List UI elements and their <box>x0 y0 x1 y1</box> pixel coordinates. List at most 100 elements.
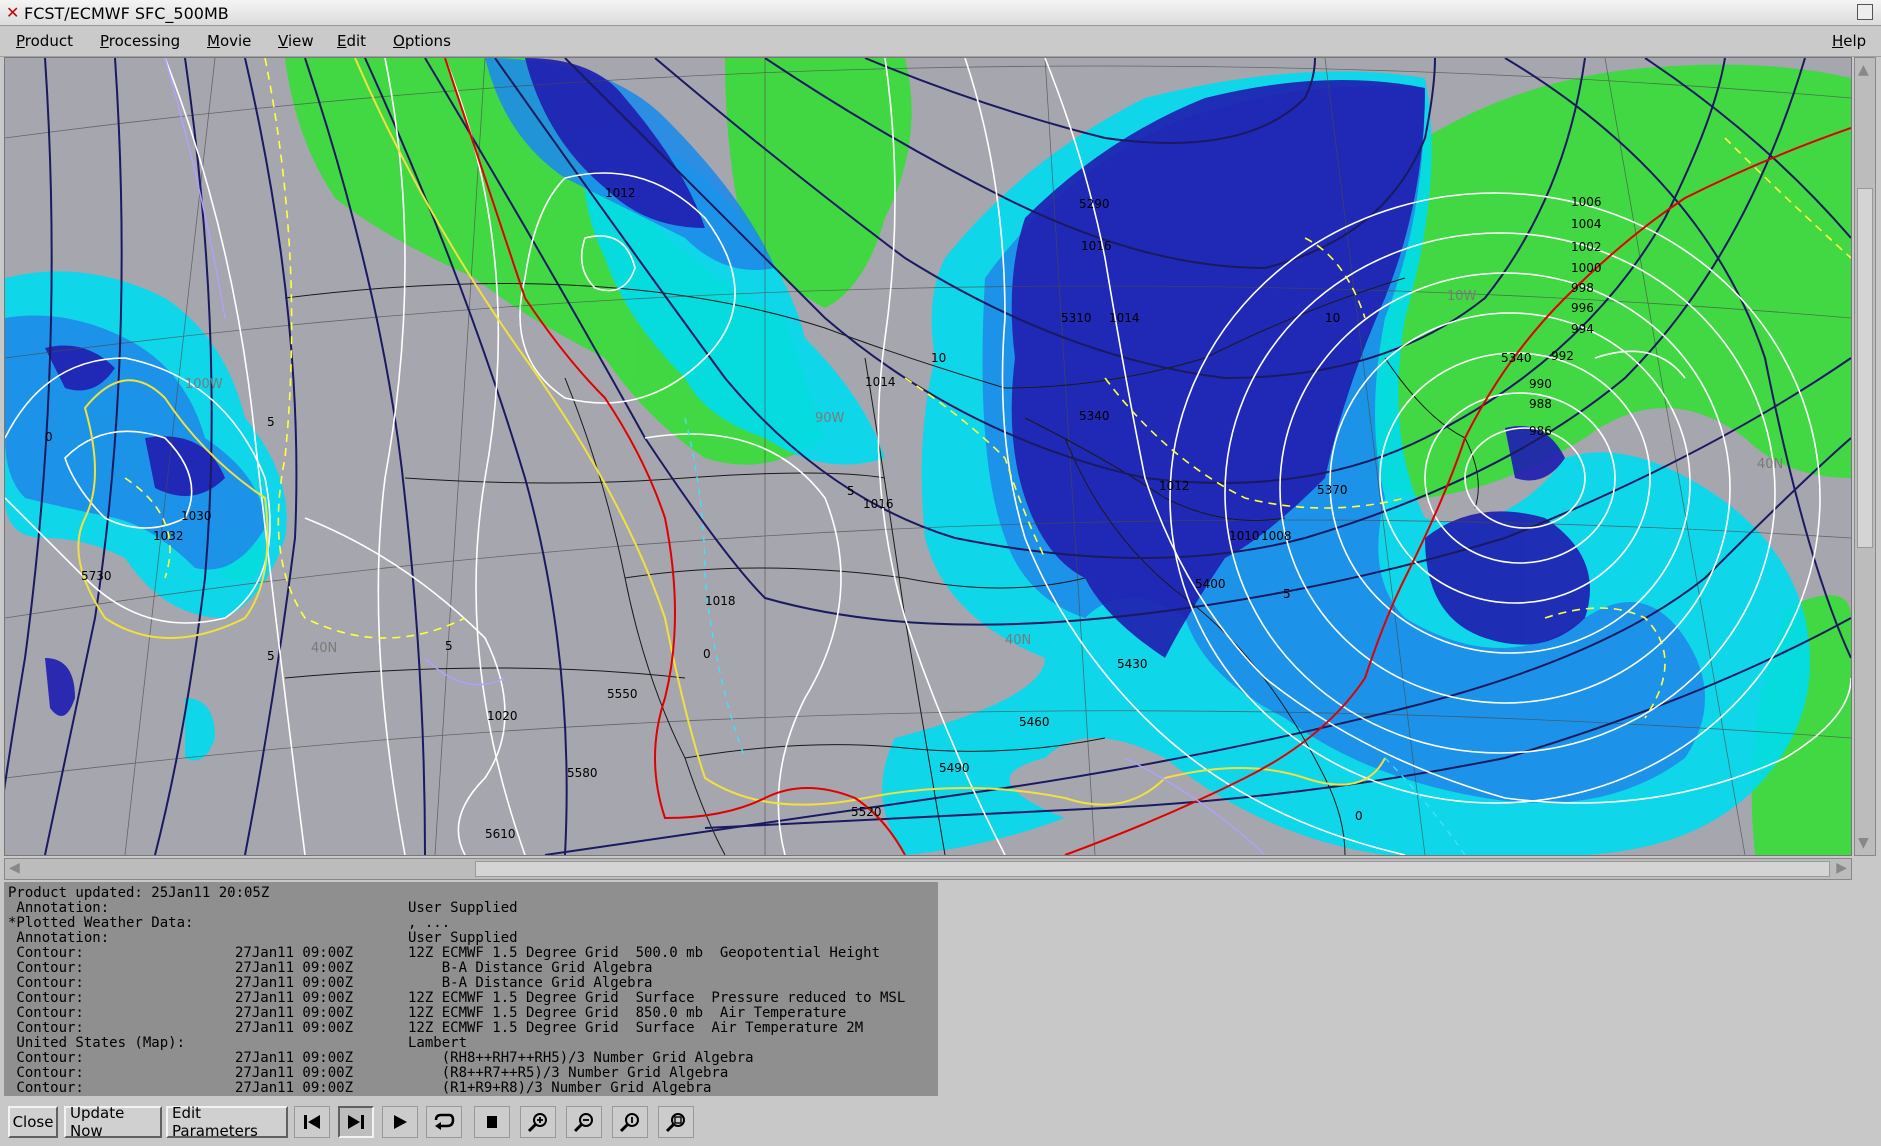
play-icon[interactable] <box>382 1106 418 1138</box>
info-row: Annotation: User Supplied <box>8 931 933 946</box>
isobar-label: 992 <box>1551 349 1574 363</box>
menu-product[interactable]: Product <box>16 32 73 50</box>
menu-view[interactable]: View <box>278 32 314 50</box>
isobar-label: 996 <box>1571 301 1594 315</box>
lat-label: 40N <box>1005 633 1031 648</box>
info-row-label: Annotation: <box>8 900 110 916</box>
info-row-time: 27Jan11 09:00Z <box>235 1005 354 1021</box>
edit-parameters-button[interactable]: Edit Parameters <box>166 1104 288 1140</box>
info-row-description: (RH8++RH7++RH5)/3 Number Grid Algebra <box>408 1050 754 1066</box>
info-row-label: Contour: <box>8 990 84 1006</box>
isobar-label: 988 <box>1529 397 1552 411</box>
title-bar: ✕ FCST/ECMWF SFC_500MB <box>0 0 1881 26</box>
height-label: 5310 <box>1061 311 1092 325</box>
height-label: 5340 <box>1079 409 1110 423</box>
lon-label: 90W <box>815 411 845 426</box>
temp-label: 5 <box>445 639 453 653</box>
isobar-label: 1000 <box>1571 261 1602 275</box>
height-label: 5610 <box>485 827 516 841</box>
close-button[interactable]: Close <box>8 1106 58 1138</box>
info-row-label: United States (Map): <box>8 1035 186 1051</box>
height-label: 5430 <box>1117 657 1148 671</box>
horizontal-scroll-thumb[interactable] <box>475 861 1830 877</box>
zoom-reset-icon[interactable] <box>612 1106 648 1138</box>
info-row-label: Contour: <box>8 945 84 961</box>
info-row: *Plotted Weather Data: , ... <box>8 916 933 931</box>
lon-label: 100W <box>185 377 223 392</box>
info-row: Contour: 27Jan11 09:00Z 12Z ECMWF 1.5 Degr… <box>8 1006 933 1021</box>
update-now-button[interactable]: Update Now <box>64 1104 162 1140</box>
vertical-scroll-thumb[interactable] <box>1857 188 1873 548</box>
temp-label: 0 <box>45 430 53 444</box>
zoom-fit-icon[interactable] <box>658 1106 694 1138</box>
temp-label: 5 <box>847 484 855 498</box>
vertical-scrollbar[interactable]: ▲ ▼ <box>1854 57 1876 856</box>
info-row-description: Lambert <box>408 1035 468 1051</box>
scroll-left-icon[interactable]: ◀ <box>9 860 20 876</box>
isobar-label: 1018 <box>705 594 736 608</box>
info-row-time: 27Jan11 09:00Z <box>235 990 354 1006</box>
info-row-label: Contour: <box>8 1020 84 1036</box>
maximize-icon[interactable] <box>1857 4 1873 20</box>
isobar-label: 990 <box>1529 377 1552 391</box>
menu-options[interactable]: Options <box>393 32 451 50</box>
info-row-label: Contour: <box>8 960 84 976</box>
scroll-down-icon[interactable]: ▼ <box>1858 835 1869 851</box>
info-row-time: 27Jan11 09:00Z <box>235 1020 354 1036</box>
first-frame-icon[interactable] <box>294 1106 330 1138</box>
isobar-label: 1004 <box>1571 217 1602 231</box>
temp-label: 10 <box>1325 311 1340 325</box>
height-label: 5490 <box>939 761 970 775</box>
isobar-label: 1016 <box>863 497 894 511</box>
weather-map[interactable]: 1012 1016 1014 1014 1016 1018 1020 1012 … <box>4 57 1852 856</box>
height-label: 5580 <box>567 766 598 780</box>
info-row: Annotation: User Supplied <box>8 901 933 916</box>
lat-label: 40N <box>1757 457 1783 472</box>
zoom-out-icon[interactable] <box>566 1106 602 1138</box>
isobar-label: 1016 <box>1081 239 1112 253</box>
horizontal-scrollbar[interactable]: ◀ ▶ <box>4 858 1852 880</box>
lat-label: 40N <box>311 641 337 656</box>
isobar-label: 1006 <box>1571 195 1602 209</box>
height-label: 5520 <box>851 805 882 819</box>
temp-label: 0 <box>1355 809 1363 823</box>
isobar-label: 1008 <box>1261 529 1292 543</box>
info-row-label: Contour: <box>8 1065 84 1081</box>
loop-icon[interactable] <box>426 1106 462 1138</box>
info-row-time: 27Jan11 09:00Z <box>235 1080 354 1096</box>
info-row-label: Contour: <box>8 975 84 991</box>
lon-label: 10W <box>1447 289 1477 304</box>
menu-movie[interactable]: Movie <box>207 32 251 50</box>
info-row-description: 12Z ECMWF 1.5 Degree Grid Surface Air Te… <box>408 1020 864 1036</box>
window-title: FCST/ECMWF SFC_500MB <box>24 4 229 23</box>
app-close-icon[interactable]: ✕ <box>6 3 19 22</box>
last-frame-icon[interactable] <box>338 1106 374 1138</box>
scroll-up-icon[interactable]: ▲ <box>1858 62 1869 78</box>
info-row-time: 27Jan11 09:00Z <box>235 960 354 976</box>
temp-label: 0 <box>703 647 711 661</box>
isobar-label: 1002 <box>1571 240 1602 254</box>
info-row-description: User Supplied <box>408 900 518 916</box>
menu-processing[interactable]: Processing <box>100 32 180 50</box>
product-info-panel: Product updated: 25Jan11 20:05Z Annotati… <box>4 882 938 1096</box>
menu-edit[interactable]: Edit <box>337 32 366 50</box>
weather-map-canvas[interactable]: 1012 1016 1014 1014 1016 1018 1020 1012 … <box>5 58 1851 855</box>
temp-label: 5 <box>267 415 275 429</box>
scroll-right-icon[interactable]: ▶ <box>1836 860 1847 876</box>
zoom-in-icon[interactable] <box>520 1106 556 1138</box>
height-label: 5370 <box>1317 483 1348 497</box>
bottom-toolbar: Close Update Now Edit Parameters <box>0 1100 1881 1146</box>
height-label: 5730 <box>81 569 112 583</box>
stop-icon[interactable] <box>474 1106 510 1138</box>
info-row-description: (R1+R9+R8)/3 Number Grid Algebra <box>408 1080 712 1096</box>
isobar-label: 998 <box>1571 281 1594 295</box>
isobar-label: 1014 <box>1109 311 1140 325</box>
isobar-label: 1010 <box>1229 529 1260 543</box>
menu-help[interactable]: Help <box>1832 32 1866 50</box>
info-row-label: Contour: <box>8 1050 84 1066</box>
info-row: Contour: 27Jan11 09:00Z (R8++R7++R5)/3 Nu… <box>8 1066 933 1081</box>
product-updated-text: Product updated: 25Jan11 20:05Z <box>8 885 270 901</box>
info-row-description: B-A Distance Grid Algebra <box>408 975 653 991</box>
info-row: Contour: 27Jan11 09:00Z 12Z ECMWF 1.5 Degr… <box>8 1021 933 1036</box>
height-label: 5550 <box>607 687 638 701</box>
